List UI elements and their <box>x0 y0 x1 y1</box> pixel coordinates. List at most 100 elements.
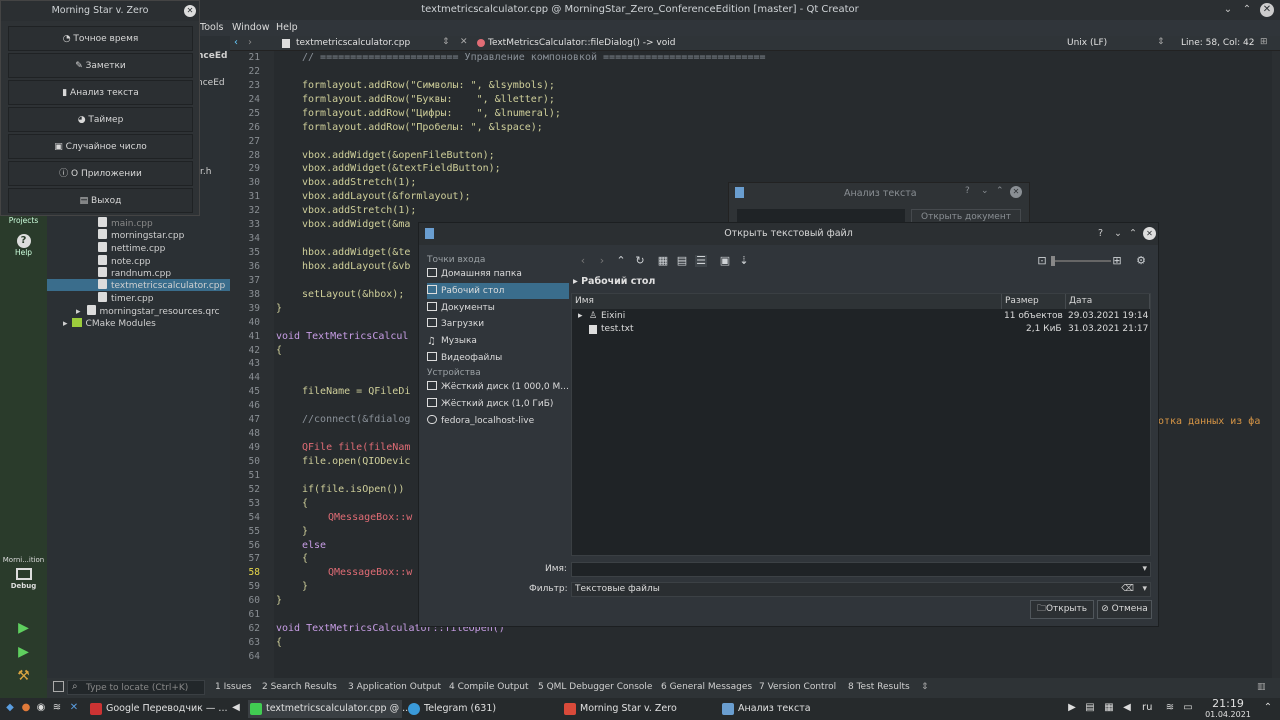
output-pane-qml[interactable]: 5 QML Debugger Console <box>538 682 652 692</box>
cursor-position[interactable]: Line: 58, Col: 42 <box>1181 38 1254 48</box>
notes-button[interactable]: ✎ Заметки <box>8 53 193 78</box>
expand-arrow-icon[interactable]: ▸ <box>578 310 583 323</box>
place-videos[interactable]: Видеофайлы <box>427 350 569 366</box>
detail-view-icon[interactable]: ☰ <box>695 255 707 267</box>
minimize-icon[interactable]: ⌄ <box>1221 3 1235 17</box>
output-pane-vcs[interactable]: 7 Version Control <box>759 682 836 692</box>
zoom-slider-handle[interactable] <box>1051 256 1055 266</box>
minimize-icon[interactable]: ⌄ <box>1114 223 1122 245</box>
output-pane-search[interactable]: 2 Search Results <box>262 682 337 692</box>
launcher-icon[interactable]: ≋ <box>51 702 63 714</box>
close-icon[interactable]: ✕ <box>1260 3 1274 17</box>
tree-item-resources[interactable]: ▸ morningstar_resources.qrc <box>76 305 220 317</box>
timer-button[interactable]: ◕ Таймер <box>8 107 193 132</box>
tree-item-note[interactable]: note.cpp <box>98 255 151 267</box>
audio-icon[interactable]: ◀ <box>230 702 242 714</box>
debug-run-icon[interactable]: ▶ <box>0 644 47 660</box>
name-input[interactable]: ▾ <box>571 562 1151 577</box>
open-button[interactable]: 🗀Открыть <box>1030 600 1094 619</box>
place-documents[interactable]: Документы <box>427 300 569 316</box>
back-icon[interactable]: ‹ <box>234 37 238 48</box>
progress-icon[interactable]: ▥ <box>1257 682 1266 692</box>
run-icon[interactable]: ▶ <box>0 620 47 636</box>
editor-scrollbar[interactable] <box>1272 51 1280 678</box>
mode-projects[interactable]: Projects <box>0 216 47 225</box>
maximize-icon[interactable]: ⌃ <box>996 186 1004 196</box>
filter-select[interactable]: Текстовые файлы ⌫ ▾ <box>571 582 1151 597</box>
maximize-icon[interactable]: ⌃ <box>1129 223 1137 245</box>
cancel-button[interactable]: ⊘ Отмена <box>1097 600 1152 619</box>
preview-icon[interactable]: ▣ <box>719 255 731 267</box>
device-disk-2[interactable]: Жёсткий диск (1,0 ГиБ) <box>427 396 569 412</box>
file-list[interactable]: Имя Размер Дата ▸ ♙ Eixini 11 объектов 2… <box>571 293 1151 556</box>
discord-icon[interactable]: ◉ <box>35 702 47 714</box>
icon-view-icon[interactable]: ▦ <box>657 255 669 267</box>
menu-help[interactable]: Help <box>276 22 298 33</box>
tree-item-timer[interactable]: timer.cpp <box>98 292 153 304</box>
split-view-icon[interactable]: ⊞ <box>1260 37 1268 47</box>
column-name[interactable]: Имя <box>572 294 1002 309</box>
vscode-icon[interactable]: ✕ <box>68 702 80 714</box>
tree-item-textmetrics[interactable]: textmetricscalculator.cpp <box>47 279 230 291</box>
tree-item-nettime[interactable]: nettime.cpp <box>98 242 165 254</box>
split-icon[interactable]: ⇕ <box>1157 37 1165 47</box>
help-icon[interactable]: ? <box>965 186 970 196</box>
app-launcher-icon[interactable]: ◆ <box>4 702 16 714</box>
more-panes-icon[interactable]: ⇕ <box>921 682 929 692</box>
table-row[interactable]: test.txt 2,1 КиБ 31.03.2021 21:17 <box>572 323 1150 336</box>
output-pane-app-output[interactable]: 3 Application Output <box>348 682 441 692</box>
menu-tools[interactable]: Tools <box>200 22 223 33</box>
close-icon[interactable]: ✕ <box>1143 227 1156 240</box>
about-button[interactable]: ⓘ О Приложении <box>8 161 193 186</box>
wifi-icon[interactable]: ≋ <box>1164 702 1176 714</box>
clear-icon[interactable]: ⌫ <box>1121 583 1134 596</box>
output-pane-tests[interactable]: 8 Test Results <box>848 682 910 692</box>
locator-input[interactable]: ⌕ Type to locate (Ctrl+K) <box>67 680 205 695</box>
reload-icon[interactable]: ↻ <box>634 255 646 267</box>
editor-file-name[interactable]: textmetricscalculator.cpp <box>296 38 410 48</box>
zoom-slider[interactable] <box>1051 256 1111 266</box>
exact-time-button[interactable]: ◔ Точное время <box>8 26 193 51</box>
zoom-out-icon[interactable]: ⊡ <box>1036 255 1048 267</box>
output-pane-general[interactable]: 6 General Messages <box>661 682 752 692</box>
dropdown-icon[interactable]: ▾ <box>1142 563 1147 576</box>
close-icon[interactable]: ✕ <box>1010 186 1022 198</box>
device-live[interactable]: fedora_localhost-live <box>427 413 569 429</box>
tree-item-randnum[interactable]: randnum.cpp <box>98 267 171 279</box>
text-area[interactable] <box>737 209 905 223</box>
tree-item-main[interactable]: main.cpp <box>98 217 153 229</box>
tree-item-morningstar[interactable]: morningstar.cpp <box>98 229 184 241</box>
compact-view-icon[interactable]: ▤ <box>676 255 688 267</box>
output-pane-compile[interactable]: 4 Compile Output <box>449 682 529 692</box>
settings-icon[interactable]: ⚙ <box>1135 255 1147 267</box>
place-home[interactable]: Домашняя папка <box>427 266 569 282</box>
battery-icon[interactable]: ▭ <box>1182 702 1194 714</box>
language-indicator[interactable]: ru <box>1142 702 1152 713</box>
firefox-icon[interactable]: ● <box>20 702 32 714</box>
show-desktop-icon[interactable]: ⌃ <box>1262 702 1274 714</box>
maximize-icon[interactable]: ⌃ <box>1240 3 1254 17</box>
kit-selector[interactable]: Morni...ition Debug <box>0 556 47 590</box>
volume-icon[interactable]: ◀ <box>1121 702 1133 714</box>
column-size[interactable]: Размер <box>1002 294 1066 309</box>
close-file-icon[interactable]: ✕ <box>460 37 468 47</box>
clipboard-icon[interactable]: ▤ <box>1084 702 1096 714</box>
column-date[interactable]: Дата <box>1066 294 1150 309</box>
sidebar-toggle-icon[interactable] <box>53 681 64 692</box>
help-icon[interactable]: ? <box>1098 223 1103 245</box>
task-morning-star[interactable]: Morning Star v. Zero <box>562 700 714 718</box>
minimize-icon[interactable]: ⌄ <box>981 186 989 196</box>
random-number-button[interactable]: ▣ Случайное число <box>8 134 193 159</box>
zoom-in-icon[interactable]: ⊞ <box>1111 255 1123 267</box>
dropdown-icon[interactable]: ⇕ <box>442 37 450 47</box>
task-translator[interactable]: Google Переводчик — ... <box>88 700 228 718</box>
up-icon[interactable]: ⌃ <box>615 255 627 267</box>
output-pane-issues[interactable]: 1 Issues <box>215 682 252 692</box>
notes-tray-icon[interactable]: ▦ <box>1103 702 1115 714</box>
mode-help[interactable]: ? Help <box>0 234 47 257</box>
forward-icon[interactable]: › <box>248 37 252 48</box>
exit-button[interactable]: ▤ Выход <box>8 188 193 213</box>
task-qtcreator[interactable]: textmetricscalculator.cpp @ ... <box>248 700 411 718</box>
tree-item-cmake[interactable]: ▸ CMake Modules <box>63 318 156 330</box>
place-desktop[interactable]: Рабочий стол <box>427 283 569 299</box>
